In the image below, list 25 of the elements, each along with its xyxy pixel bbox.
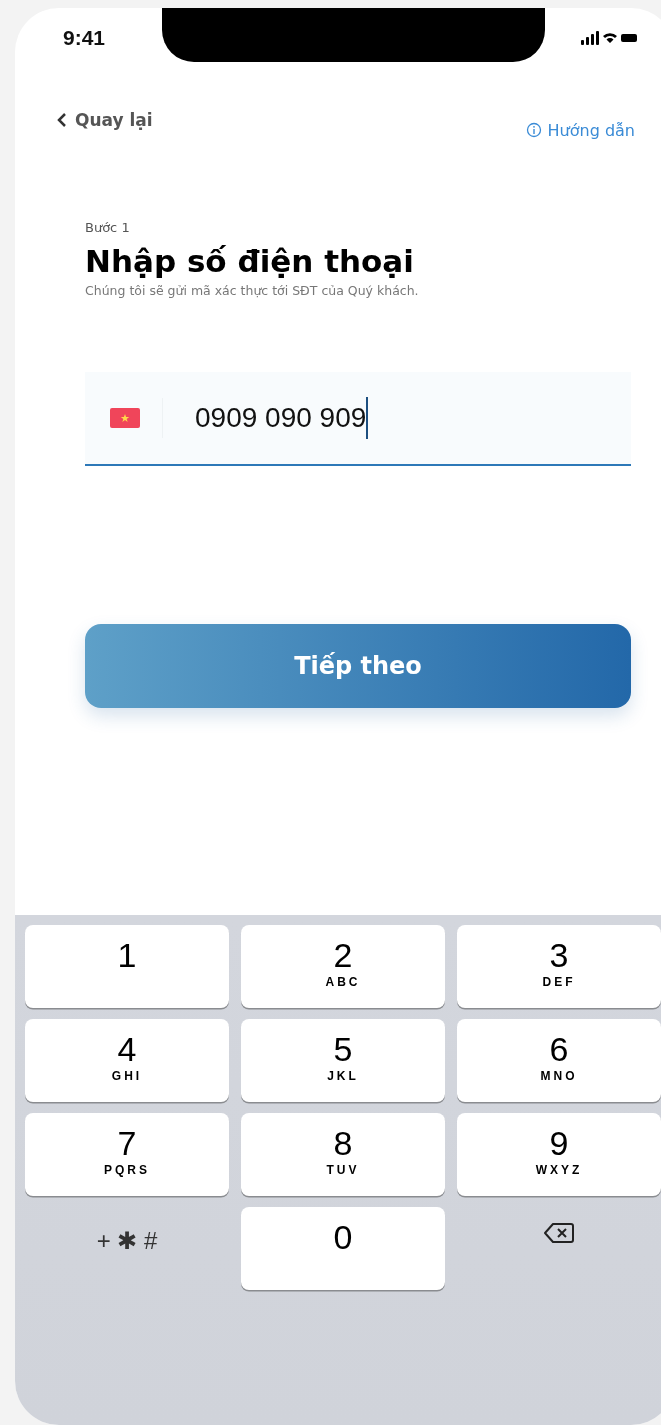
keypad-key[interactable]: 3 DEF (457, 925, 661, 1008)
subtitle: Chúng tôi sẽ gửi mã xác thực tới SĐT của Quý khách. (85, 283, 420, 298)
backspace-icon[interactable] (543, 1221, 575, 1245)
keypad-key[interactable]: 6 MNO (457, 1019, 661, 1102)
help-link[interactable]: Hướng dẫn (525, 118, 635, 142)
chevron-left-icon (57, 112, 67, 128)
text-cursor (366, 397, 369, 439)
flag-icon (110, 408, 140, 428)
keypad-key[interactable]: 8 TUV (241, 1113, 445, 1196)
status-icons (581, 30, 639, 46)
symbols-key[interactable]: + ✱ # (25, 1207, 229, 1290)
keypad-key[interactable]: 7 PQRS (25, 1113, 229, 1196)
keypad-key[interactable]: 2 ABC (241, 925, 445, 1008)
info-icon (525, 122, 542, 138)
status-time: 9:41 (63, 26, 107, 50)
keypad-key[interactable]: 4 GHI (25, 1019, 229, 1102)
step-label: Bước 1 (85, 220, 131, 235)
keypad-key[interactable]: 0 (241, 1207, 445, 1290)
keypad-key[interactable]: 9 WXYZ (457, 1113, 661, 1196)
keypad-key[interactable]: 1 (25, 925, 229, 1008)
phone-input-field[interactable]: 0909 090 909 (85, 372, 631, 466)
page-title: Nhập số điện thoại (85, 243, 415, 279)
back-link[interactable]: Quay lại (57, 108, 153, 132)
keypad-key[interactable]: 5 JKL (241, 1019, 445, 1102)
next-button[interactable]: Tiếp theo (85, 624, 631, 708)
